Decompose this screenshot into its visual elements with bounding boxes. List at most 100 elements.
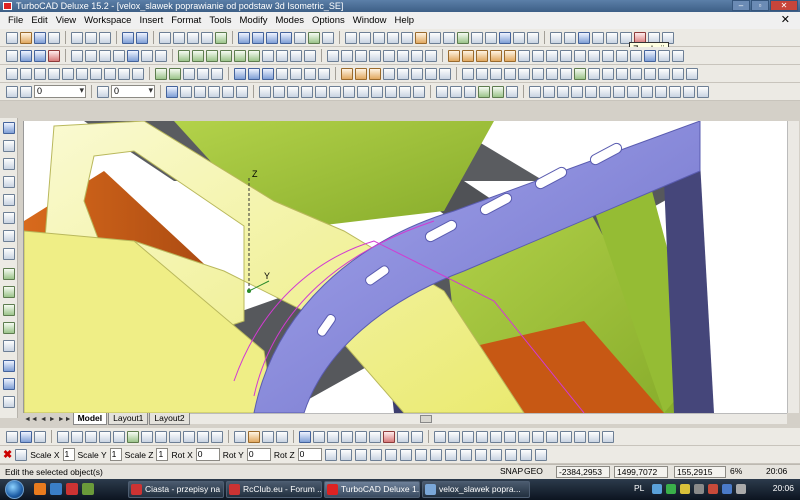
scroll-thumb[interactable] — [420, 415, 432, 423]
rotate-icon[interactable] — [462, 49, 474, 62]
show-desktop-icon[interactable] — [50, 483, 62, 495]
scale-y-field[interactable]: 1 — [109, 448, 122, 461]
bottom-polygon-icon[interactable] — [504, 430, 516, 443]
snap-end-icon[interactable] — [20, 67, 32, 80]
solid-extrude-icon[interactable] — [478, 85, 490, 98]
visibility-icon[interactable] — [97, 85, 109, 98]
taskbar-clock[interactable]: 20:06 — [773, 483, 794, 493]
workplane-by-view-icon[interactable] — [504, 67, 516, 80]
inspector-copy-icon[interactable] — [339, 448, 352, 461]
bottom-lock-coord-icon[interactable] — [369, 430, 381, 443]
shell-icon[interactable] — [397, 49, 409, 62]
render-hidden-line-icon[interactable] — [322, 31, 334, 44]
layer-combo[interactable]: 0 — [34, 85, 86, 98]
render-region-icon[interactable] — [439, 67, 451, 80]
snap-align-icon[interactable] — [90, 67, 102, 80]
selection-info-icon[interactable] — [485, 31, 497, 44]
inspector-world-icon[interactable] — [489, 448, 502, 461]
node-edit-icon[interactable] — [644, 49, 656, 62]
ellipse-tool-icon[interactable] — [543, 85, 555, 98]
zoom-in-icon[interactable] — [159, 31, 171, 44]
palette-arc-icon[interactable] — [3, 158, 15, 170]
bottom-extend-icon[interactable] — [560, 430, 572, 443]
snap-toggle[interactable]: SNAP — [500, 466, 523, 478]
palette-line-icon[interactable] — [3, 140, 15, 152]
rectangle-tool-icon[interactable] — [571, 85, 583, 98]
maximize-button[interactable]: ▫ — [751, 0, 769, 11]
profile-icon[interactable] — [197, 67, 209, 80]
palette-more-icon[interactable] — [3, 396, 15, 408]
inspector-view-icon[interactable] — [534, 448, 547, 461]
explode-icon[interactable] — [560, 49, 572, 62]
bottom-layer-icon[interactable] — [248, 430, 260, 443]
mesh-icon[interactable] — [169, 67, 181, 80]
zoom-all-icon[interactable] — [290, 67, 302, 80]
bottom-line-icon[interactable] — [434, 430, 446, 443]
section-icon[interactable] — [183, 67, 195, 80]
horizontal-scrollbar[interactable] — [172, 413, 787, 424]
spline-tool-icon[interactable] — [613, 85, 625, 98]
palette-cylinder-icon[interactable] — [3, 304, 15, 316]
redo-icon[interactable] — [136, 31, 148, 44]
battery-icon[interactable] — [680, 484, 690, 494]
bottom-polar-icon[interactable] — [341, 430, 353, 443]
bottom-scale-icon[interactable] — [99, 430, 111, 443]
join-icon[interactable] — [672, 49, 684, 62]
inspector-apply-icon[interactable] — [324, 448, 337, 461]
leader-tool-icon[interactable] — [697, 85, 709, 98]
workplane-offset-icon[interactable] — [518, 67, 530, 80]
palette-dimension-icon[interactable] — [3, 248, 15, 260]
bottom-array-icon[interactable] — [127, 430, 139, 443]
bottom-linewidth-icon[interactable] — [411, 430, 423, 443]
bottom-explode-icon[interactable] — [169, 430, 181, 443]
group-icon[interactable] — [574, 49, 586, 62]
walk-icon[interactable] — [248, 67, 260, 80]
snap-grid-icon[interactable] — [6, 67, 18, 80]
volume-icon[interactable] — [694, 484, 704, 494]
modify-move-icon[interactable] — [259, 85, 271, 98]
bottom-stretch-icon[interactable] — [155, 430, 167, 443]
view-right-icon[interactable] — [266, 31, 278, 44]
view-top-icon[interactable] — [238, 31, 250, 44]
sweep-icon[interactable] — [290, 49, 302, 62]
trim-icon[interactable] — [518, 49, 530, 62]
render-scene-icon[interactable] — [425, 67, 437, 80]
snap-fraction-icon[interactable] — [118, 67, 130, 80]
network-icon[interactable] — [666, 484, 676, 494]
language-indicator[interactable]: PL — [634, 483, 644, 493]
tray-arrow-icon[interactable] — [652, 484, 662, 494]
bluetooth-icon[interactable] — [722, 484, 732, 494]
menu-help[interactable]: Help — [391, 12, 419, 29]
bottom-snap-icon[interactable] — [211, 430, 223, 443]
modify-mirror-icon[interactable] — [329, 85, 341, 98]
bottom-break-icon[interactable] — [602, 430, 614, 443]
scale-z-field[interactable]: 1 — [156, 448, 169, 461]
menu-options[interactable]: Options — [308, 12, 349, 29]
hatch-tool-icon[interactable] — [655, 85, 667, 98]
draw-line-icon[interactable] — [180, 85, 192, 98]
snap-quadrant-icon[interactable] — [76, 67, 88, 80]
inspector-ortho-icon[interactable] — [519, 448, 532, 461]
menu-file[interactable]: File — [4, 12, 27, 29]
arc-icon[interactable] — [85, 49, 97, 62]
workplane-world-icon[interactable] — [513, 31, 525, 44]
menu-window[interactable]: Window — [349, 12, 391, 29]
sphere-icon[interactable] — [192, 49, 204, 62]
menu-insert[interactable]: Insert — [135, 12, 167, 29]
layer-restore-icon[interactable] — [658, 67, 670, 80]
align-icon[interactable] — [602, 49, 614, 62]
snap-center-icon[interactable] — [373, 31, 385, 44]
scale-x-field[interactable]: 1 — [62, 448, 75, 461]
bottom-measure-icon[interactable] — [276, 430, 288, 443]
select-mode-icon[interactable] — [6, 430, 18, 443]
revolve-icon[interactable] — [276, 49, 288, 62]
snap-dist-icon[interactable] — [132, 67, 144, 80]
modify-extend-icon[interactable] — [371, 85, 383, 98]
brush-color-icon[interactable] — [20, 85, 32, 98]
bottom-curve-icon[interactable] — [532, 430, 544, 443]
circle-icon[interactable] — [71, 49, 83, 62]
modify-offset-icon[interactable] — [343, 85, 355, 98]
new-file-icon[interactable] — [6, 31, 18, 44]
tab-model[interactable]: Model — [72, 413, 108, 425]
scale-icon[interactable] — [476, 49, 488, 62]
